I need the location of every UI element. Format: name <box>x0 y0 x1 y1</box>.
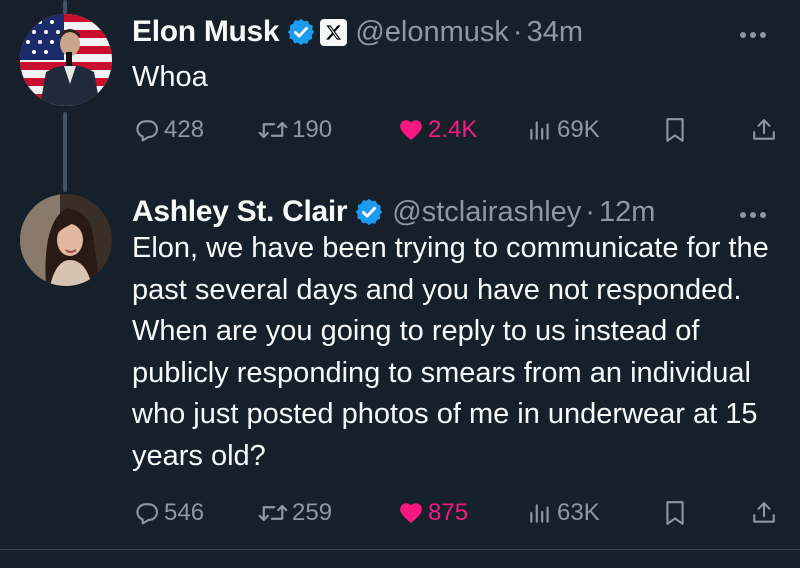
avatar-image <box>20 194 112 286</box>
share-button[interactable] <box>751 113 777 147</box>
reply-button[interactable]: 428 <box>134 113 204 147</box>
reply-button[interactable]: 546 <box>134 496 204 530</box>
more-options-icon[interactable] <box>740 32 766 38</box>
share-icon <box>753 119 775 140</box>
like-count: 2.4K <box>428 116 478 143</box>
avatar[interactable] <box>20 14 112 106</box>
views-count: 63K <box>557 499 600 526</box>
author-name[interactable]: Ashley St. Clair <box>132 195 348 229</box>
tweet-actions: 428 190 2.4K 69K <box>0 113 800 147</box>
reply-count: 428 <box>164 116 205 143</box>
time-separator: · <box>585 195 595 228</box>
tweet-header: Ashley St. Clair @stclairashley · 12m <box>132 192 655 232</box>
avatar-image <box>20 14 112 106</box>
bookmark-button[interactable] <box>663 496 687 530</box>
divider <box>0 549 800 550</box>
like-button[interactable]: 2.4K <box>398 113 477 147</box>
reply-icon <box>136 120 158 142</box>
tweet-actions: 546 259 875 63K <box>0 496 800 530</box>
avatar[interactable] <box>20 194 112 286</box>
analytics-icon <box>530 504 549 523</box>
bookmark-button[interactable] <box>663 113 687 147</box>
heart-filled-icon <box>400 503 422 524</box>
x-logo-icon[interactable] <box>320 18 348 46</box>
retweet-icon <box>258 121 288 139</box>
tweet-timestamp[interactable]: 34m <box>527 16 583 49</box>
heart-filled-icon <box>400 120 422 141</box>
views-count: 69K <box>557 116 600 143</box>
author-handle[interactable]: @stclairashley <box>392 196 581 229</box>
time-separator: · <box>512 15 523 48</box>
views-button[interactable]: 69K <box>527 113 600 147</box>
verified-badge-icon[interactable] <box>286 17 316 47</box>
like-count: 875 <box>428 499 469 526</box>
retweet-count: 190 <box>292 116 333 143</box>
bookmark-icon <box>666 501 684 525</box>
analytics-icon <box>530 121 549 140</box>
retweet-count: 259 <box>292 499 333 526</box>
author-name[interactable]: Elon Musk <box>132 15 280 49</box>
reply-icon <box>136 503 158 525</box>
retweet-icon <box>258 504 288 522</box>
tweet-header: Elon Musk @elonmusk · 34m <box>132 12 583 52</box>
like-button[interactable]: 875 <box>398 496 468 530</box>
tweet-text: Elon, we have been trying to communicate… <box>132 232 769 472</box>
tweet[interactable]: Ashley St. Clair @stclairashley · 12m El… <box>0 180 800 550</box>
tweet-text: Whoa <box>132 61 208 93</box>
author-handle[interactable]: @elonmusk <box>355 16 509 49</box>
retweet-button[interactable]: 190 <box>258 113 332 147</box>
retweet-button[interactable]: 259 <box>258 496 332 530</box>
more-options-icon[interactable] <box>740 212 766 218</box>
verified-badge-icon[interactable] <box>354 197 384 227</box>
reply-count: 546 <box>164 499 205 526</box>
tweet-timestamp[interactable]: 12m <box>599 196 655 229</box>
tweet[interactable]: Elon Musk @elonmusk · 34m Whoa 428 190 2… <box>0 0 800 170</box>
share-button[interactable] <box>751 496 777 530</box>
bookmark-icon <box>666 118 684 142</box>
views-button[interactable]: 63K <box>527 496 600 530</box>
share-icon <box>753 502 775 523</box>
